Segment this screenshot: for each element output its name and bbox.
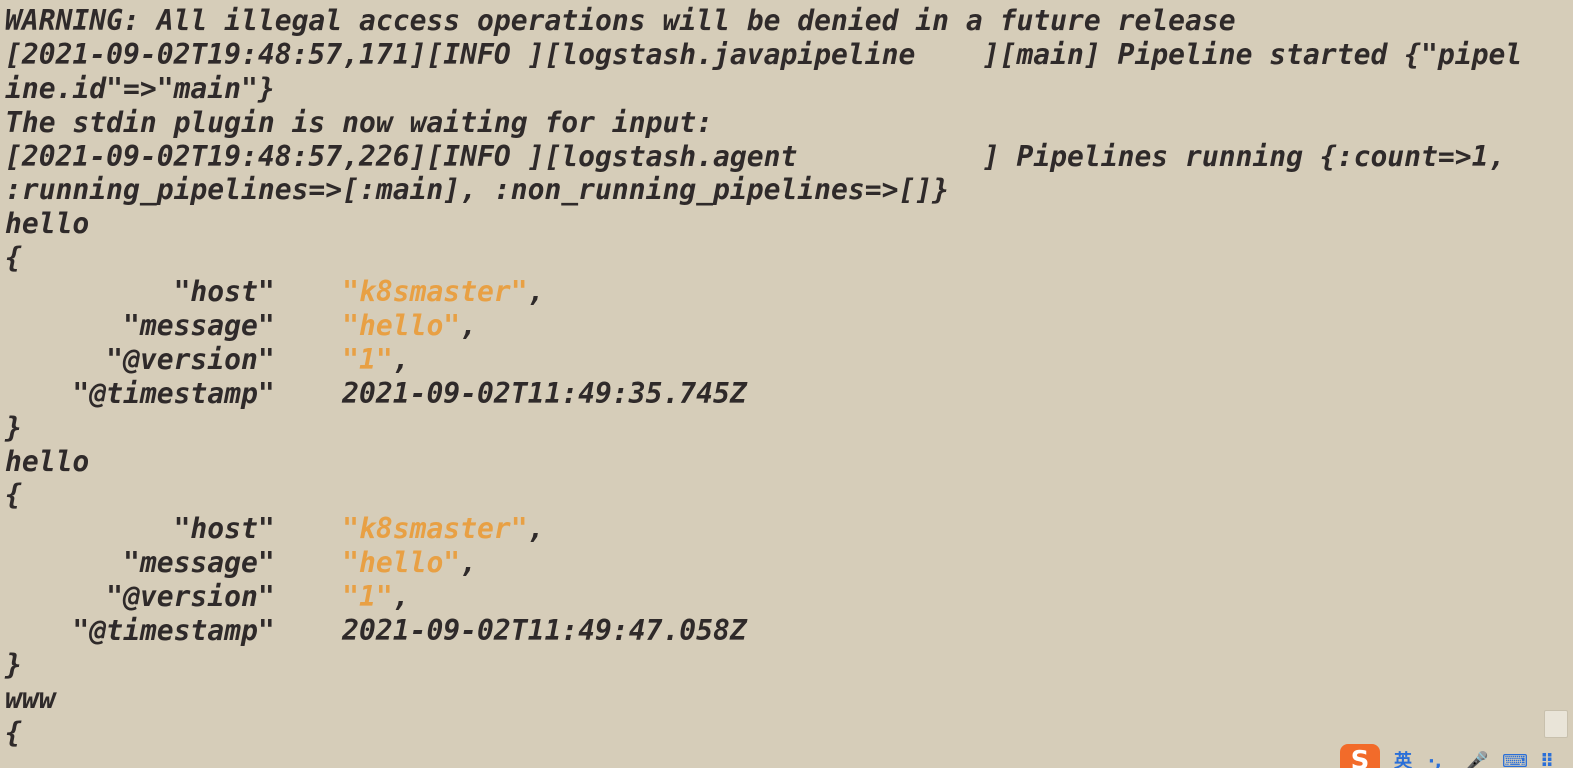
field-string-value: "1" bbox=[342, 580, 393, 614]
field-key: "message" bbox=[5, 309, 343, 343]
event-field-timestamp: "@timestamp" 2021-09-02T11:49:35.745Z bbox=[5, 377, 1540, 411]
sogou-logo-icon[interactable]: S bbox=[1340, 744, 1380, 768]
log-line: ine.id"=>"main"} bbox=[5, 71, 275, 105]
log-line: WARNING: All illegal access operations w… bbox=[5, 4, 1236, 37]
field-string-value: "1" bbox=[342, 342, 393, 376]
brace-close: } bbox=[5, 410, 22, 444]
microphone-icon[interactable]: 🎤 bbox=[1466, 752, 1488, 768]
field-key: "message" bbox=[5, 546, 343, 580]
event-field-version: "@version" "1", bbox=[5, 343, 1540, 377]
field-string-value: "k8smaster" bbox=[342, 512, 528, 546]
field-tail: , bbox=[392, 580, 410, 614]
event-field-version: "@version" "1", bbox=[5, 580, 1540, 614]
field-tail: , bbox=[392, 342, 410, 376]
field-key: "@version" bbox=[5, 580, 343, 614]
field-key: "@timestamp" bbox=[5, 614, 343, 648]
field-tail: 2021-09-02T11:49:35.745Z bbox=[342, 376, 747, 410]
field-tail: , bbox=[460, 309, 478, 343]
log-line: [2021-09-02T19:48:57,171][INFO ][logstas… bbox=[5, 37, 1523, 71]
field-tail: , bbox=[527, 512, 545, 546]
field-key: "@timestamp" bbox=[5, 376, 343, 410]
field-tail: 2021-09-02T11:49:47.058Z bbox=[342, 614, 747, 648]
ime-toolbar[interactable]: S 英 ·, 🎤 ⌨ ⠿ bbox=[1336, 742, 1573, 768]
event-field-message: "message" "hello", bbox=[5, 309, 1540, 343]
log-line: :running_pipelines=>[:main], :non_runnin… bbox=[5, 173, 950, 207]
terminal-output[interactable]: WARNING: All illegal access operations w… bbox=[0, 0, 1540, 768]
field-tail: , bbox=[527, 275, 545, 309]
field-string-value: "hello" bbox=[342, 309, 461, 343]
input-echo-line: hello bbox=[5, 207, 90, 241]
ime-mode-toggle[interactable]: 英 bbox=[1394, 752, 1412, 768]
field-key: "host" bbox=[5, 512, 343, 546]
field-key: "host" bbox=[5, 275, 343, 309]
field-string-value: "k8smaster" bbox=[342, 275, 528, 309]
field-string-value: "hello" bbox=[342, 546, 461, 580]
brace-close: } bbox=[5, 647, 22, 681]
input-echo-line: www bbox=[5, 681, 56, 715]
event-field-host: "host" "k8smaster", bbox=[5, 275, 1540, 309]
log-line: [2021-09-02T19:48:57,226][INFO ][logstas… bbox=[5, 139, 1506, 173]
vertical-scrollbar[interactable] bbox=[1541, 0, 1573, 768]
log-line: The stdin plugin is now waiting for inpu… bbox=[5, 105, 714, 139]
input-echo-line: hello bbox=[5, 444, 90, 478]
event-field-timestamp: "@timestamp" 2021-09-02T11:49:47.058Z bbox=[5, 614, 1540, 648]
event-field-host: "host" "k8smaster", bbox=[5, 512, 1540, 546]
field-tail: , bbox=[460, 546, 478, 580]
brace-open: { bbox=[5, 241, 22, 275]
keyboard-icon[interactable]: ⌨ bbox=[1502, 752, 1528, 768]
brace-open: { bbox=[5, 715, 22, 749]
scrollbar-thumb[interactable] bbox=[1544, 710, 1568, 738]
field-key: "@version" bbox=[5, 342, 343, 376]
event-field-message: "message" "hello", bbox=[5, 546, 1540, 580]
toolbox-grid-icon[interactable]: ⠿ bbox=[1540, 752, 1554, 768]
brace-open: { bbox=[5, 478, 22, 512]
punctuation-icon[interactable]: ·, bbox=[1428, 752, 1442, 768]
